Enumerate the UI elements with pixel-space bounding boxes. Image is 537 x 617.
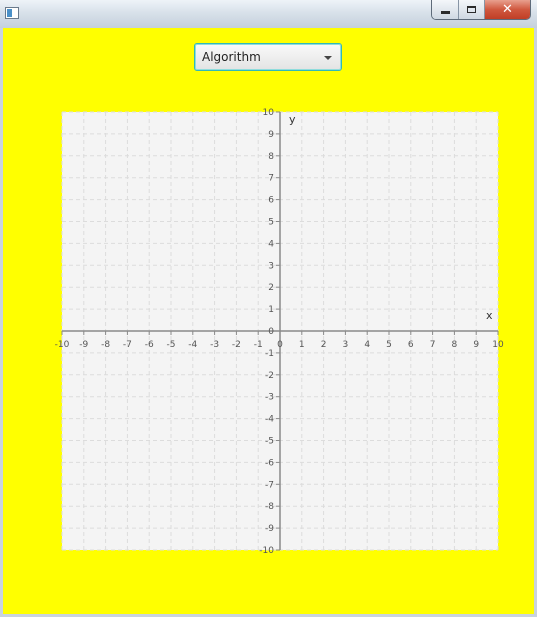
y-tick-label: 8 xyxy=(268,152,274,162)
x-tick-label: -9 xyxy=(79,340,88,350)
y-tick-label: -10 xyxy=(259,546,274,556)
y-tick-label: -2 xyxy=(265,371,274,381)
window-controls: ✕ xyxy=(431,0,531,20)
x-tick-label: 5 xyxy=(386,340,392,350)
y-tick-label: 3 xyxy=(268,261,274,271)
x-tick-label: 2 xyxy=(321,340,327,350)
y-tick-label: 7 xyxy=(268,174,274,184)
x-tick-label: 7 xyxy=(430,340,436,350)
y-tick-label: -6 xyxy=(265,458,274,468)
x-tick-label: 8 xyxy=(452,340,458,350)
y-tick-label: 6 xyxy=(268,196,274,206)
x-tick-label: 4 xyxy=(364,340,370,350)
x-tick-label: 3 xyxy=(343,340,349,350)
close-icon: ✕ xyxy=(502,2,513,17)
y-tick-label: 4 xyxy=(268,239,274,249)
x-tick-label: -4 xyxy=(188,340,197,350)
y-tick-label: 10 xyxy=(263,108,275,118)
coordinate-plot: -10 -9 -8 -7 -6 -5 -4 -3 -2 -1 0 1 2 3 4 5 6 7 8 9 10-10-9-8… xyxy=(55,108,504,556)
y-tick-label: -8 xyxy=(265,502,274,512)
y-axis-label: y xyxy=(289,113,296,126)
minimize-icon xyxy=(440,11,450,14)
content-pane: Algorithm -10 -9 -8 -7 -6 -5 -4 -3 -2 -1 0 1 2 3 4 5 6 7 8… xyxy=(3,28,534,614)
y-tick-label: -1 xyxy=(265,349,274,359)
x-tick-label: -8 xyxy=(101,340,110,350)
title-bar[interactable]: ✕ xyxy=(0,0,537,29)
maximize-icon xyxy=(467,6,476,13)
y-tick-label: -7 xyxy=(265,480,274,490)
minimize-button[interactable] xyxy=(432,0,459,19)
close-button[interactable]: ✕ xyxy=(485,0,530,19)
x-tick-label: -10 xyxy=(55,340,70,350)
y-tick-label: 5 xyxy=(268,218,274,228)
y-tick-label: 2 xyxy=(268,283,274,293)
y-tick-label: -5 xyxy=(265,437,274,447)
y-tick-label: 1 xyxy=(268,305,274,315)
x-tick-label: -2 xyxy=(232,340,241,350)
x-tick-label: -3 xyxy=(210,340,219,350)
y-tick-label: 9 xyxy=(268,130,274,140)
y-tick-label: -3 xyxy=(265,393,274,403)
x-tick-label: 1 xyxy=(299,340,305,350)
app-icon xyxy=(5,7,19,19)
x-tick-label: -6 xyxy=(145,340,154,350)
x-tick-label: 0 xyxy=(277,340,283,350)
x-tick-label: 6 xyxy=(408,340,414,350)
x-tick-label: -1 xyxy=(254,340,263,350)
x-tick-label: 9 xyxy=(473,340,479,350)
maximize-button[interactable] xyxy=(459,0,485,19)
y-tick-label: 0 xyxy=(268,327,274,337)
y-tick-label: -4 xyxy=(265,415,274,425)
x-axis-label: x xyxy=(486,309,493,322)
y-tick-label: -9 xyxy=(265,524,274,534)
x-tick-label: 10 xyxy=(492,340,504,350)
x-tick-label: -5 xyxy=(167,340,176,350)
x-tick-label: -7 xyxy=(123,340,132,350)
